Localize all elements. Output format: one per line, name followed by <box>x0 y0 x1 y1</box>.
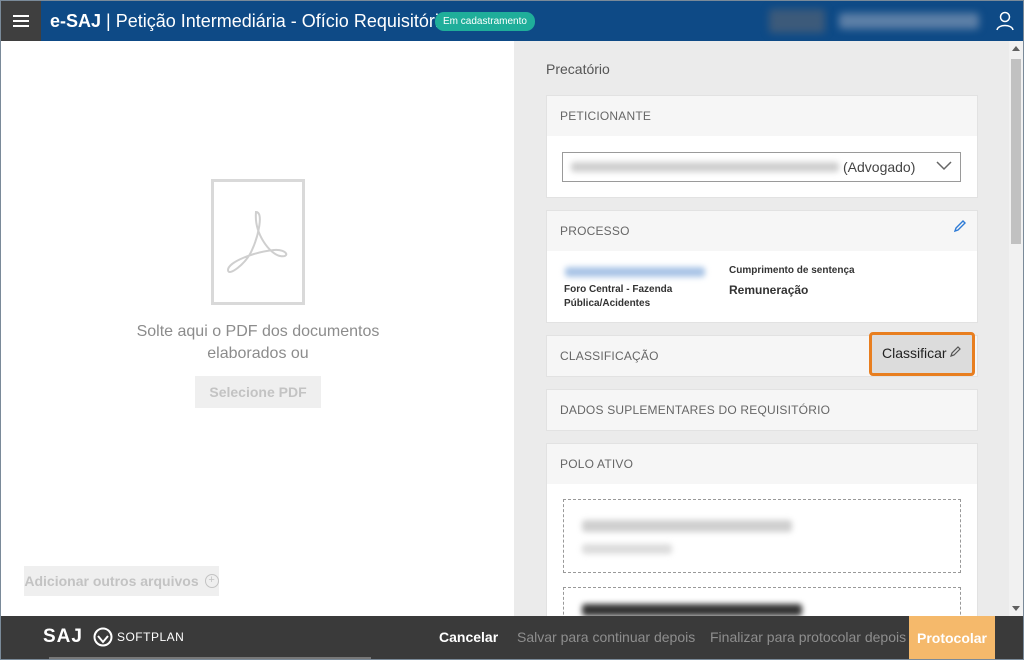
redacted-petitioner-name <box>571 162 839 172</box>
protocol-button[interactable]: Protocolar <box>909 616 995 659</box>
page-title: e-SAJ | Petição Intermediária - Ofício R… <box>50 11 449 32</box>
form-panel: Precatório PETICIONANTE (Advogado) PROCE… <box>514 41 1009 616</box>
redacted-party-id <box>582 544 672 554</box>
pencil-icon[interactable] <box>953 219 967 233</box>
chevron-down-icon <box>936 161 952 171</box>
redacted-process-number <box>565 267 705 277</box>
dados-suplementares-header: DADOS SUPLEMENTARES DO REQUISITÓRIO <box>547 390 977 430</box>
softplan-logo-icon <box>93 627 113 647</box>
brand-name: e-SAJ <box>50 11 102 31</box>
status-badge: Em cadastramento <box>435 12 535 31</box>
polo-ativo-card: POLO ATIVO <box>546 443 978 616</box>
menu-button[interactable] <box>1 1 41 41</box>
peticionante-header: PETICIONANTE <box>547 96 977 136</box>
classify-label: Classificar <box>882 345 947 361</box>
plus-circle-icon: + <box>204 574 219 588</box>
add-other-files-button[interactable]: Adicionar outros arquivos + <box>24 566 219 596</box>
redacted-user-name <box>839 13 979 29</box>
peticionante-select[interactable]: (Advogado) <box>562 152 961 182</box>
process-class: Cumprimento de sentença <box>729 265 855 276</box>
footer-bar: SAJ SOFTPLAN Cancelar Salvar para contin… <box>1 616 1023 659</box>
polo-ativo-party-card[interactable] <box>563 499 961 573</box>
classify-button[interactable]: Classificar <box>869 332 975 376</box>
redacted-user-area <box>769 9 825 33</box>
pdf-document-icon <box>211 179 305 305</box>
softplan-logo: SOFTPLAN <box>93 627 184 647</box>
cancel-button[interactable]: Cancelar <box>439 629 498 645</box>
polo-ativo-party-card[interactable] <box>563 587 961 616</box>
processo-card: PROCESSO Foro Central - Fazenda Pública/… <box>546 210 978 323</box>
processo-label: PROCESSO <box>560 224 630 238</box>
scroll-down-arrow-icon[interactable] <box>1012 606 1020 611</box>
hamburger-menu-icon <box>13 15 29 27</box>
user-icon[interactable] <box>995 11 1015 31</box>
pdf-drop-zone[interactable]: Solte aqui o PDF dos documentos elaborad… <box>1 41 513 616</box>
pencil-icon <box>950 346 961 357</box>
polo-ativo-header: POLO ATIVO <box>547 444 977 484</box>
processo-header: PROCESSO <box>547 211 977 251</box>
vertical-scrollbar[interactable] <box>1009 41 1023 616</box>
dados-suplementares-card[interactable]: DADOS SUPLEMENTARES DO REQUISITÓRIO <box>546 389 978 431</box>
finalize-later-button[interactable]: Finalizar para protocolar depois <box>710 629 906 645</box>
top-bar: e-SAJ | Petição Intermediária - Ofício R… <box>1 1 1023 41</box>
section-title: Precatório <box>546 61 610 77</box>
title-separator: | <box>101 11 116 31</box>
drop-instructions: Solte aqui o PDF dos documentos elaborad… <box>136 323 380 362</box>
petition-title: Petição Intermediária - Ofício Requisitó… <box>115 11 449 31</box>
save-later-button[interactable]: Salvar para continuar depois <box>517 629 695 645</box>
scroll-thumb[interactable] <box>1011 59 1021 244</box>
app-window: e-SAJ | Petição Intermediária - Ofício R… <box>0 0 1024 660</box>
process-subject: Remuneração <box>729 283 809 297</box>
footer-logo: SAJ SOFTPLAN <box>43 626 184 648</box>
process-court: Foro Central - Fazenda Pública/Acidentes <box>564 284 673 309</box>
redacted-party-name <box>582 604 802 616</box>
softplan-text: SOFTPLAN <box>116 630 185 644</box>
saj-logo: SAJ <box>43 626 83 647</box>
add-files-label: Adicionar outros arquivos <box>24 573 199 589</box>
redacted-party-name <box>582 520 792 532</box>
peticionante-card: PETICIONANTE (Advogado) <box>546 95 978 198</box>
footer-divider <box>49 657 371 659</box>
scroll-up-arrow-icon[interactable] <box>1012 46 1020 51</box>
petitioner-role: (Advogado) <box>843 159 916 175</box>
select-pdf-button[interactable]: Selecione PDF <box>195 376 321 408</box>
